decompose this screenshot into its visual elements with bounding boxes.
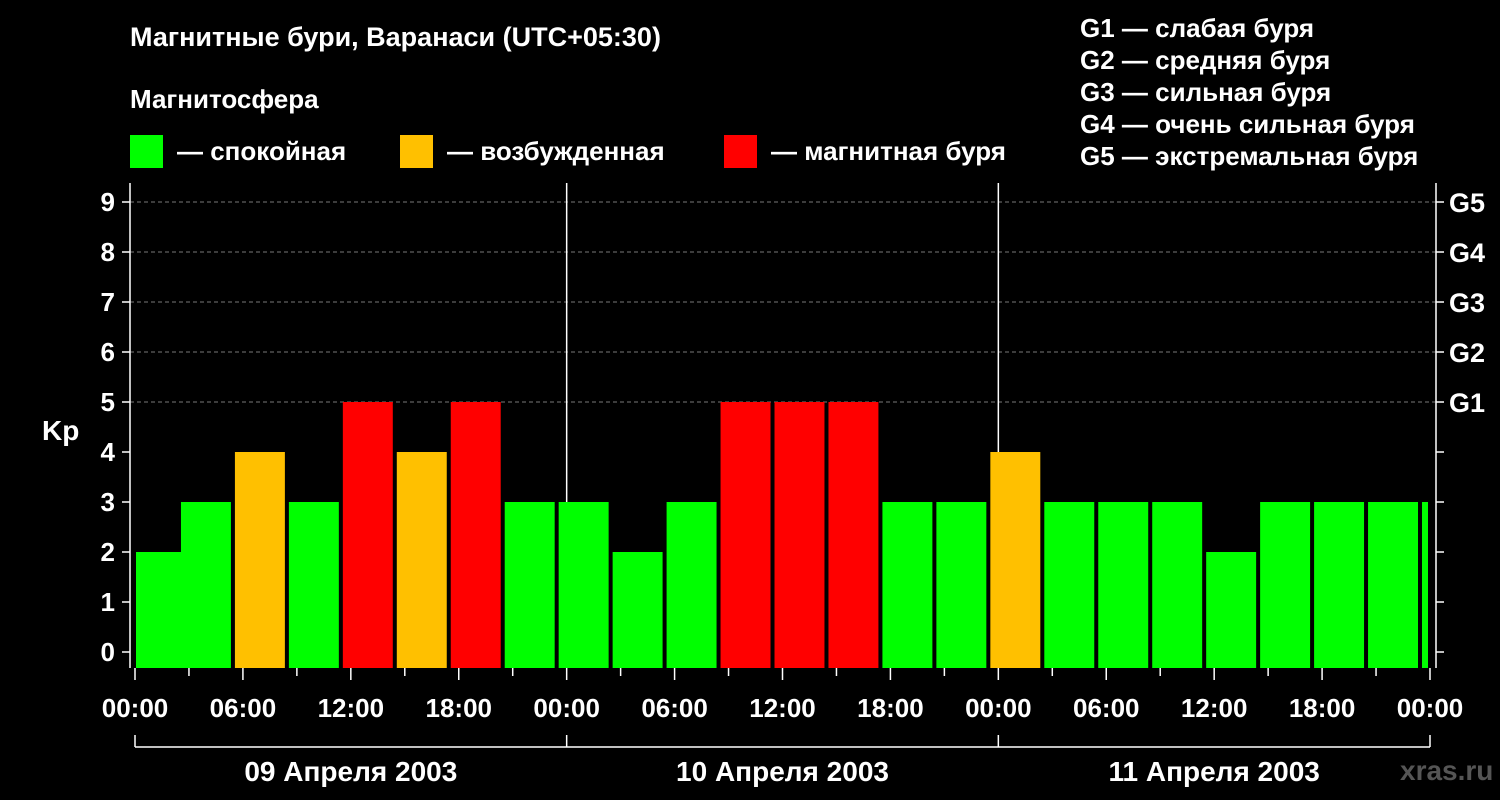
x-tick-label: 00:00 (102, 693, 169, 723)
x-tick-label: 12:00 (749, 693, 816, 723)
kp-bar (136, 552, 186, 668)
x-tick-label: 00:00 (965, 693, 1032, 723)
x-tick-label: 12:00 (1181, 693, 1248, 723)
storm-level-label: G5 (1449, 188, 1485, 218)
x-tick-label: 18:00 (857, 693, 924, 723)
kp-bar (936, 502, 987, 668)
kp-bar (558, 502, 609, 668)
x-tick-label: 00:00 (533, 693, 600, 723)
day-label: 10 Апреля 2003 (676, 756, 889, 787)
kp-bar (612, 552, 663, 668)
kp-bar (1368, 502, 1419, 668)
x-tick-label: 18:00 (426, 693, 493, 723)
kp-bar (504, 502, 555, 668)
y-tick-label: 2 (101, 537, 115, 567)
kp-bar (1206, 552, 1257, 668)
y-tick-label: 5 (101, 387, 115, 417)
bars (136, 402, 1428, 668)
x-tick-label: 12:00 (318, 693, 385, 723)
y-tick-label: 7 (101, 287, 115, 317)
storm-level-label: G4 (1449, 238, 1485, 268)
kp-bar (666, 502, 717, 668)
day-label: 09 Апреля 2003 (244, 756, 457, 787)
kp-bar-chart: 0 1 2 3 4 5 6 7 8 9 G1 G2 G3 G4 G5 Kp 00:00 06:00 12:00 18:… (42, 183, 1485, 787)
x-tick-label: 06:00 (641, 693, 708, 723)
kp-bar (828, 402, 879, 668)
storm-level-label: G1 (1449, 388, 1485, 418)
y-axis-label: Kp (42, 415, 79, 446)
y-tick-label: 3 (101, 487, 115, 517)
kp-bar (1152, 502, 1203, 668)
kp-bar (990, 452, 1041, 668)
watermark: xras.ru (1400, 755, 1494, 786)
y-tick-label: 4 (101, 437, 116, 467)
kp-bar (180, 502, 231, 668)
kp-bar (1098, 502, 1149, 668)
y-tick-label: 0 (101, 637, 115, 667)
kp-bar (1422, 502, 1428, 668)
x-tick-label: 06:00 (210, 693, 277, 723)
y-tick-label: 6 (101, 337, 115, 367)
kp-bar (774, 402, 825, 668)
storm-level-label: G3 (1449, 288, 1485, 318)
x-tick-label: 06:00 (1073, 693, 1140, 723)
storm-level-label: G2 (1449, 338, 1485, 368)
kp-bar (1260, 502, 1311, 668)
kp-bar (288, 502, 339, 668)
kp-bar (882, 502, 933, 668)
y-tick-label: 9 (101, 187, 115, 217)
kp-bar (342, 402, 393, 668)
kp-bar (450, 402, 501, 668)
x-tick-label: 18:00 (1289, 693, 1356, 723)
kp-bar (396, 452, 447, 668)
y-tick-label: 1 (101, 587, 115, 617)
kp-bar (1314, 502, 1365, 668)
kp-bar (1044, 502, 1095, 668)
kp-bar (234, 452, 285, 668)
kp-bar (720, 402, 771, 668)
x-tick-label: 00:00 (1397, 693, 1464, 723)
y-tick-label: 8 (101, 237, 115, 267)
day-label: 11 Апреля 2003 (1108, 756, 1319, 787)
